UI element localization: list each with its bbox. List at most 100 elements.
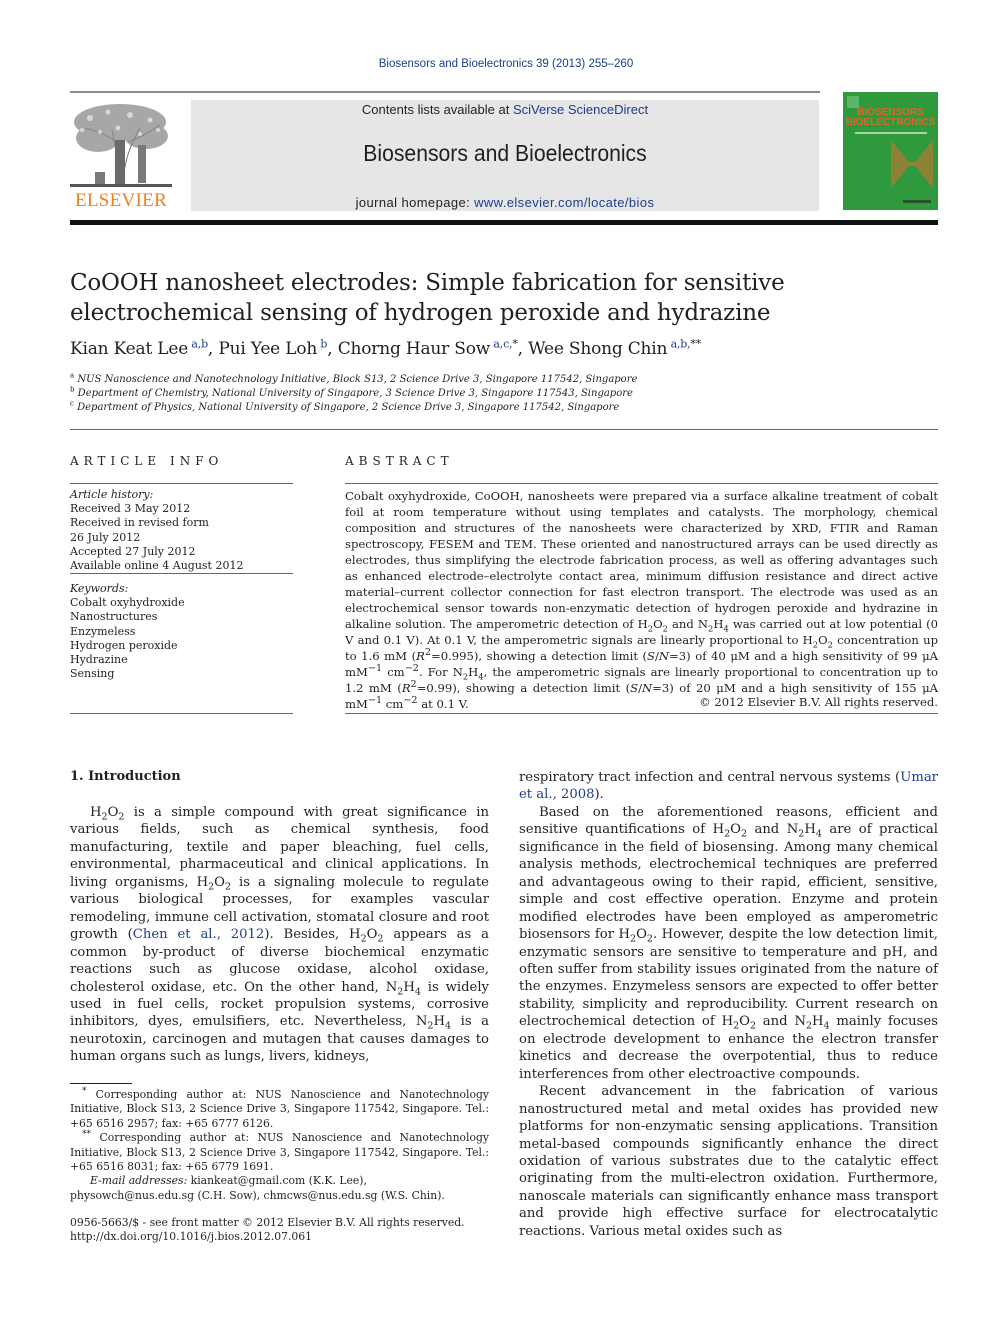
formula-n2h4: N2H4 bbox=[697, 617, 729, 634]
cover-title: BIOSENSORS BIOELECTRONICS bbox=[843, 108, 938, 128]
author-name: Chorng Haur Sow bbox=[337, 339, 491, 359]
journal-cover-image[interactable]: BIOSENSORS BIOELECTRONICS bbox=[843, 92, 938, 210]
intro-paragraph: Based on the aforementioned reasons, eff… bbox=[519, 804, 939, 1082]
keyword-item: Hydrogen peroxide bbox=[70, 638, 178, 652]
doi-link[interactable]: http://dx.doi.org/10.1016/j.bios.2012.07… bbox=[70, 1230, 570, 1244]
citation-link[interactable]: Chen et al., 2012 bbox=[133, 927, 265, 942]
abstract-rule bbox=[345, 483, 938, 484]
affiliation-text: Department of Physics, National Universi… bbox=[77, 402, 620, 413]
homepage-line: journal homepage: www.elsevier.com/locat… bbox=[191, 195, 819, 210]
keyword-item: Hydrazine bbox=[70, 653, 128, 667]
journal-name: Biosensors and Bioelectronics bbox=[363, 140, 647, 166]
journal-citation[interactable]: Biosensors and Bioelectronics 39 (2013) … bbox=[0, 58, 992, 70]
front-matter: 0956-5663/$ - see front matter © 2012 El… bbox=[70, 1216, 570, 1245]
body-column-right: respiratory tract infection and central … bbox=[519, 769, 938, 1240]
author-name: Pui Yee Loh bbox=[218, 339, 318, 359]
intro-paragraph: H2O2 is a simple compound with great sig… bbox=[70, 805, 490, 1065]
header-rule bbox=[70, 91, 820, 93]
cover-footer-mark bbox=[903, 200, 931, 203]
contents-prefix: Contents lists available at bbox=[361, 102, 513, 117]
cover-title-line2: BIOELECTRONICS bbox=[845, 117, 936, 128]
footnote-corresponding-2: ** Corresponding author at: NUS Nanoscie… bbox=[70, 1129, 489, 1174]
article-info-rule bbox=[70, 713, 293, 714]
article-title: CoOOH nanosheet electrodes: Simple fabri… bbox=[70, 270, 785, 326]
formula-h2o2: H2O2 bbox=[712, 822, 747, 840]
keywords-label: Keywords: bbox=[70, 582, 129, 595]
abstract-segment: Cobalt oxyhydroxide, CoOOH, nanosheets w… bbox=[345, 489, 938, 631]
article-info-heading: ARTICLE INFO bbox=[70, 454, 224, 468]
section-heading-introduction: 1. Introduction bbox=[70, 769, 181, 784]
author-name: Wee Shong Chin bbox=[528, 339, 668, 359]
affiliations: a NUS Nanoscience and Nanotechnology Ini… bbox=[70, 371, 930, 415]
affiliation-key: b bbox=[70, 385, 75, 394]
email-label: E-mail addresses: bbox=[90, 1174, 188, 1188]
sciencedirect-link[interactable]: SciVerse ScienceDirect bbox=[513, 102, 648, 117]
footnote-emails-cont: physowch@nus.edu.sg (C.H. Sow), chmcws@n… bbox=[70, 1188, 445, 1202]
history-item: 26 July 2012 bbox=[70, 530, 141, 544]
author-affil-link[interactable]: a,b bbox=[191, 337, 208, 350]
footnote-corresponding-1: * Corresponding author at: NUS Nanoscien… bbox=[70, 1086, 489, 1130]
affiliation-item: c Department of Physics, National Univer… bbox=[70, 399, 930, 415]
formula-h2o2: H2O2 bbox=[721, 1014, 756, 1032]
affiliation-text: NUS Nanoscience and Nanotechnology Initi… bbox=[77, 374, 638, 385]
formula-n2h4: N2H4 bbox=[385, 979, 421, 998]
contents-line: Contents lists available at SciVerse Sci… bbox=[191, 102, 819, 117]
cover-graphic bbox=[891, 140, 933, 188]
cover-subtitle-bar bbox=[855, 132, 927, 134]
intro-paragraph-continued: respiratory tract infection and central … bbox=[519, 770, 938, 803]
keyword-item: Enzymeless bbox=[70, 624, 136, 638]
history-item: Available online 4 August 2012 bbox=[70, 559, 244, 573]
abstract-segment: =0.99), showing a detection limit ( bbox=[416, 681, 631, 695]
author-affil-link[interactable]: a,c, bbox=[493, 337, 512, 350]
formula-h2o2: H2O2 bbox=[90, 805, 125, 823]
email-link[interactable]: physowch@nus.edu.sg bbox=[70, 1189, 194, 1202]
homepage-prefix: journal homepage: bbox=[355, 195, 475, 210]
abstract-heading: ABSTRACT bbox=[345, 454, 454, 468]
footnote-rule bbox=[70, 1083, 132, 1084]
email-link[interactable]: kiankeat@gmail.com bbox=[191, 1174, 306, 1187]
corresponding-mark[interactable]: * bbox=[512, 337, 518, 350]
intro-paragraph: Recent advancement in the fabrication of… bbox=[519, 1084, 938, 1239]
formula-h2o2: H2O2 bbox=[637, 617, 668, 634]
author-affil-link[interactable]: b bbox=[320, 337, 327, 350]
homepage-link[interactable]: www.elsevier.com/locate/bios bbox=[474, 195, 654, 210]
history-item: Received 3 May 2012 bbox=[70, 502, 191, 516]
article-info-rule bbox=[70, 573, 293, 574]
history-item: Accepted 27 July 2012 bbox=[70, 544, 196, 558]
author-list: Kian Keat Lee a,b, Pui Yee Loh b, Chorng… bbox=[70, 337, 701, 359]
body-column-left: H2O2 is a simple compound with great sig… bbox=[70, 804, 489, 1066]
formula-n2h4: N2H4 bbox=[794, 1014, 830, 1032]
abstract-copyright: © 2012 Elsevier B.V. All rights reserved… bbox=[699, 695, 938, 709]
formula-n2h4: N2H4 bbox=[786, 822, 822, 840]
formula-h2o2: H2O2 bbox=[802, 633, 833, 650]
formula-h2o2: H2O2 bbox=[196, 874, 231, 893]
affiliation-item: b Department of Chemistry, National Univ… bbox=[70, 385, 930, 401]
abstract-segment: =0.995), showing a detection limit ( bbox=[430, 649, 648, 663]
email-link[interactable]: chmcws@nus.edu.sg bbox=[264, 1189, 378, 1202]
keywords-block: Keywords: Cobalt oxyhydroxide Nanostruct… bbox=[70, 582, 295, 681]
footnote-emails: E-mail addresses: kiankeat@gmail.com (K.… bbox=[90, 1174, 367, 1188]
author-affil-link[interactable]: a,b, bbox=[671, 337, 691, 350]
masthead-rule bbox=[70, 220, 938, 225]
footnotes: * Corresponding author at: NUS Nanoscien… bbox=[70, 1086, 489, 1203]
formula-h2o2: H2O2 bbox=[349, 927, 384, 945]
history-label: Article history: bbox=[70, 488, 154, 501]
formula-h2o2: H2O2 bbox=[618, 927, 653, 945]
article-info-rule bbox=[70, 483, 293, 484]
issn-line: 0956-5663/$ - see front matter © 2012 El… bbox=[70, 1216, 465, 1229]
keyword-item: Nanostructures bbox=[70, 610, 158, 624]
formula-n2h4: N2H4 bbox=[452, 665, 484, 682]
abstract-segment: . For bbox=[418, 665, 453, 679]
abstract-text: Cobalt oxyhydroxide, CoOOH, nanosheets w… bbox=[345, 489, 938, 711]
corresponding-mark[interactable]: ** bbox=[690, 337, 701, 350]
author-name: Kian Keat Lee bbox=[70, 339, 189, 359]
affiliation-key: c bbox=[70, 399, 74, 408]
keyword-item: Sensing bbox=[70, 667, 115, 681]
keyword-item: Cobalt oxyhydroxide bbox=[70, 596, 185, 610]
abstract-rule bbox=[345, 713, 938, 714]
article-history: Article history: Received 3 May 2012 Rec… bbox=[70, 488, 295, 573]
affiliation-text: Department of Chemistry, National Univer… bbox=[77, 388, 633, 399]
affiliation-rule bbox=[70, 429, 938, 430]
affiliation-key: a bbox=[70, 371, 75, 380]
elsevier-wordmark: ELSEVIER bbox=[74, 190, 168, 211]
